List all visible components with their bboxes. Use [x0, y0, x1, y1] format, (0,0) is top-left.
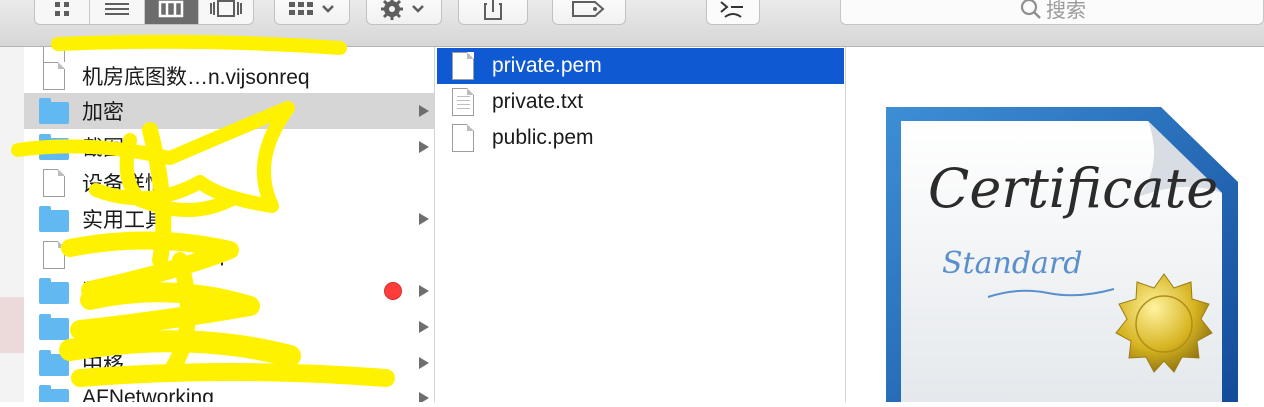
- item-label: 中移: [82, 353, 124, 376]
- arrange-button[interactable]: [274, 0, 350, 25]
- folder-icon: [38, 131, 70, 163]
- finder-column-1[interactable]: 机房底图数…n.vijsonreq 加密 截图 设备详情 实用工具 req 数据…: [0, 47, 434, 402]
- disclosure-arrow-icon: [419, 357, 429, 369]
- disclosure-arrow-icon: [419, 141, 429, 153]
- list-item[interactable]: 设备详情: [24, 165, 434, 201]
- finder-column-2[interactable]: private.pem private.txt public.pem: [435, 47, 845, 402]
- item-label: private.txt: [492, 90, 584, 113]
- search-icon: [1020, 0, 1041, 19]
- certificate-title: Certificate: [928, 157, 1218, 220]
- share-icon: [484, 0, 502, 20]
- search-field[interactable]: 搜索: [840, 0, 1264, 25]
- list-item[interactable]: public.pem: [437, 120, 844, 156]
- sidebar-edge: [0, 47, 24, 402]
- tag-button[interactable]: [552, 0, 626, 25]
- list-item-selected[interactable]: private.pem: [437, 48, 844, 84]
- item-label: 加密: [82, 101, 124, 124]
- list-item[interactable]: 机房底图数…n.vijsonreq: [24, 58, 434, 94]
- item-label: 实用工具: [82, 209, 166, 232]
- certificate-icon: Certificate Standard: [886, 107, 1238, 407]
- icon-view-icon: [54, 1, 69, 16]
- item-label: req: [194, 243, 225, 266]
- folder-icon: [38, 382, 70, 402]
- item-label: private.pem: [492, 54, 602, 77]
- list-view-button[interactable]: [90, 0, 145, 24]
- item-label: 机房底图数…n.vijsonreq: [82, 66, 310, 89]
- preview-pane: Certificate Standard: [846, 47, 1264, 407]
- item-label: AFNetworking: [82, 386, 214, 402]
- document-icon: [38, 239, 70, 271]
- terminal-icon: [720, 0, 743, 18]
- column-view-button[interactable]: [144, 0, 200, 24]
- folder-icon: [38, 347, 70, 379]
- list-item-selected[interactable]: 加密: [24, 93, 434, 129]
- document-icon: [449, 122, 477, 154]
- disclosure-arrow-icon: [419, 213, 429, 225]
- coverflow-view-button[interactable]: [199, 0, 253, 24]
- list-item[interactable]: AFNetworking: [24, 380, 434, 402]
- icon-view-button[interactable]: [35, 0, 90, 24]
- grid-icon: [289, 1, 334, 15]
- disclosure-arrow-icon: [419, 105, 429, 117]
- coverflow-view-icon: [210, 0, 243, 17]
- item-label: 设备详情: [82, 173, 166, 196]
- text-document-icon: [449, 86, 477, 118]
- sidebar-stripe: [0, 297, 24, 353]
- list-item[interactable]: 实用工具: [24, 201, 434, 237]
- certificate-subtitle: Standard: [942, 246, 1082, 281]
- document-icon: [38, 167, 70, 199]
- list-item[interactable]: req: [24, 237, 434, 273]
- item-label: public.pem: [492, 126, 594, 149]
- disclosure-arrow-icon: [419, 285, 429, 297]
- item-label: 截图: [82, 137, 124, 160]
- list-item[interactable]: [24, 309, 434, 345]
- list-view-icon: [104, 2, 129, 15]
- gear-icon: [381, 0, 424, 20]
- document-icon: [38, 60, 70, 92]
- view-mode-segmented-control[interactable]: [34, 0, 254, 25]
- disclosure-arrow-icon: [419, 392, 429, 402]
- document-icon: [449, 50, 477, 82]
- column-view-icon: [159, 0, 184, 17]
- tag-icon: [572, 0, 605, 17]
- folder-icon: [38, 275, 70, 307]
- terminal-button[interactable]: [706, 0, 760, 25]
- list-item[interactable]: private.txt: [437, 84, 844, 120]
- folder-icon: [38, 311, 70, 343]
- item-label: 数据: [82, 281, 124, 304]
- list-item[interactable]: 数据: [24, 273, 434, 309]
- action-button[interactable]: [366, 0, 442, 25]
- search-placeholder: 搜索: [1046, 0, 1086, 22]
- folder-icon: [38, 95, 70, 127]
- list-item[interactable]: 截图: [24, 129, 434, 165]
- disclosure-arrow-icon: [419, 321, 429, 333]
- folder-icon: [38, 203, 70, 235]
- red-tag-badge: [384, 282, 402, 300]
- share-button[interactable]: [458, 0, 528, 25]
- list-item[interactable]: 中移: [24, 345, 434, 381]
- finder-toolbar: 搜索: [0, 0, 1264, 47]
